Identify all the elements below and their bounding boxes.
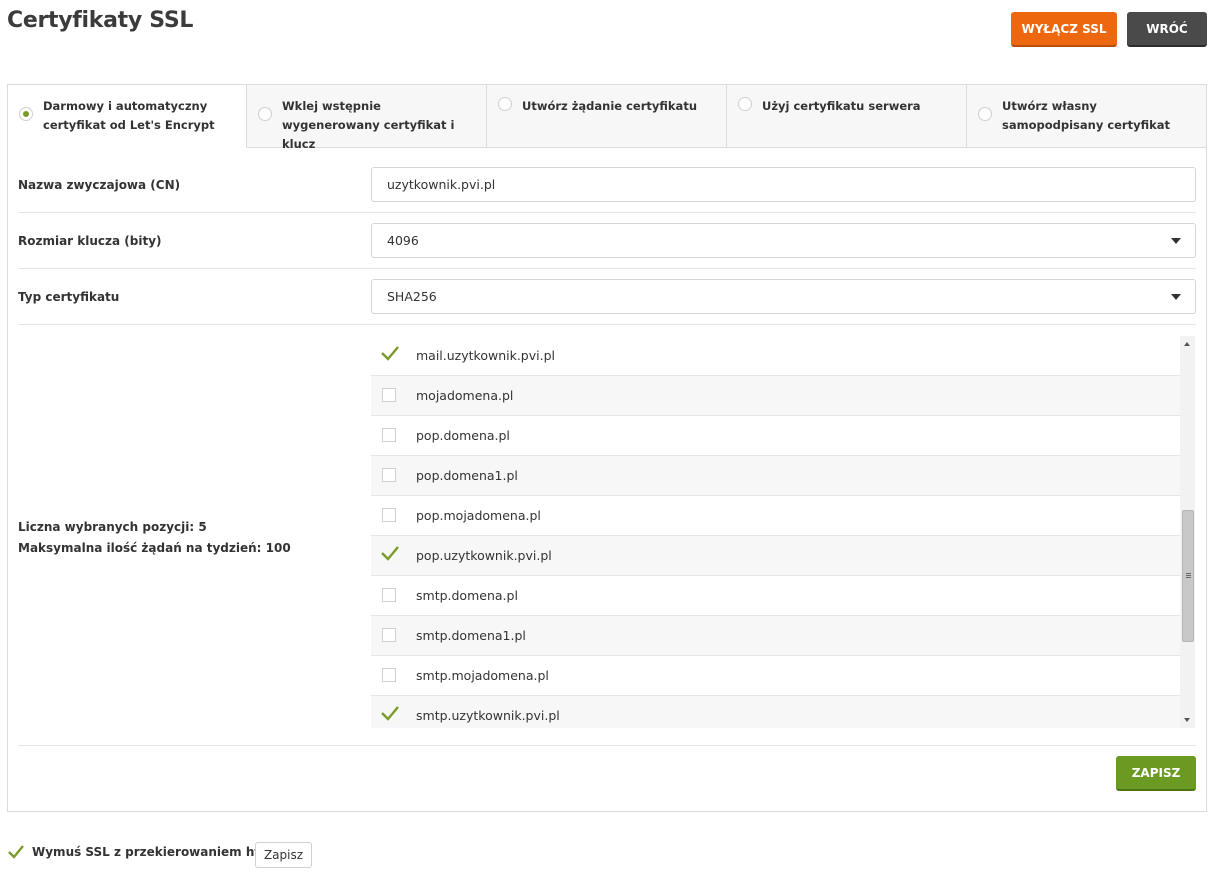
scrollbar[interactable] [1180,336,1195,728]
check-icon [381,346,399,361]
domain-list-item[interactable]: smtp.domena1.pl [371,616,1180,656]
caret-down-icon [1171,238,1181,244]
scrollbar-thumb[interactable] [1182,510,1194,642]
cn-value: uzytkownik.pvi.pl [387,177,496,192]
domain-name: mail.uzytkownik.pvi.pl [416,348,555,363]
tab-server-certificate[interactable]: Użyj certyfikatu serwera [727,85,967,148]
back-button[interactable]: WRÓĆ [1127,12,1207,47]
domain-list-item[interactable]: mojadomena.pl [371,376,1180,416]
domain-checkbox[interactable] [382,388,396,402]
tab-label: Darmowy i automatyczny certyfikat od Let… [43,99,215,132]
cert-type-select[interactable]: SHA256 [371,279,1196,314]
key-size-select[interactable]: 4096 [371,223,1196,258]
domain-checkbox[interactable] [382,588,396,602]
domain-list-item[interactable]: pop.domena1.pl [371,456,1180,496]
force-ssl-option: Wymuś SSL z przekierowaniem https [7,843,282,861]
domain-list-item[interactable]: pop.uzytkownik.pvi.pl [371,536,1180,576]
caret-down-icon [1171,294,1181,300]
domain-list-item[interactable]: pop.mojadomena.pl [371,496,1180,536]
radio-icon [19,107,33,121]
key-size-label: Rozmiar klucza (bity) [18,234,162,248]
max-requests: Maksymalna ilość żądań na tydzień: 100 [18,541,291,555]
domain-name: smtp.uzytkownik.pvi.pl [416,708,560,723]
divider [18,745,1196,746]
domain-name: pop.mojadomena.pl [416,508,541,523]
save-button[interactable]: ZAPISZ [1116,756,1196,791]
force-ssl-label: Wymuś SSL z przekierowaniem https [32,845,282,859]
tab-paste-certificate[interactable]: Wklej wstępnie wygenerowany certyfikat i… [247,85,487,151]
check-icon [381,546,399,561]
radio-icon [258,107,272,121]
domain-list-item[interactable]: smtp.mojadomena.pl [371,656,1180,696]
radio-icon [978,107,992,121]
cn-input[interactable]: uzytkownik.pvi.pl [371,167,1196,202]
domain-checkbox[interactable] [382,428,396,442]
ssl-settings-panel: Darmowy i automatyczny certyfikat od Let… [7,84,1207,812]
force-ssl-save-button[interactable]: Zapisz [255,842,312,868]
domain-list-item[interactable]: smtp.uzytkownik.pvi.pl [371,696,1180,728]
cert-type-label: Typ certyfikatu [18,290,120,304]
tab-lets-encrypt[interactable]: Darmowy i automatyczny certyfikat od Let… [8,85,247,148]
tab-label: Użyj certyfikatu serwera [762,99,921,113]
scroll-up-arrow-icon[interactable] [1184,342,1190,346]
tab-create-request[interactable]: Utwórz żądanie certyfikatu [487,85,727,148]
domain-checkbox[interactable] [382,508,396,522]
domain-checkbox[interactable] [382,668,396,682]
selected-count: Liczna wybranych pozycji: 5 [18,520,207,534]
page-title: Certyfikaty SSL [7,8,194,33]
domain-name: smtp.domena.pl [416,588,518,603]
disable-ssl-button[interactable]: WYŁĄCZ SSL [1011,12,1117,47]
force-ssl-checkbox[interactable] [7,843,25,861]
domain-name: smtp.mojadomena.pl [416,668,549,683]
domain-name: pop.uzytkownik.pvi.pl [416,548,552,563]
check-icon [381,706,399,721]
domain-list-item[interactable]: smtp.domena.pl [371,576,1180,616]
domain-list-item[interactable]: pop.domena.pl [371,416,1180,456]
radio-icon [738,97,752,111]
cert-type-row: Typ certyfikatu SHA256 [18,269,1196,325]
tab-label: Utwórz żądanie certyfikatu [522,99,698,113]
cert-type-value: SHA256 [387,289,437,304]
domain-checkbox[interactable] [382,468,396,482]
domain-name: pop.domena1.pl [416,468,518,483]
domain-checkbox[interactable] [382,628,396,642]
tab-self-signed[interactable]: Utwórz własny samopodpisany certyfikat [967,85,1206,148]
scroll-down-arrow-icon[interactable] [1184,718,1190,722]
tab-label: Utwórz własny samopodpisany certyfikat [1002,99,1171,132]
key-size-value: 4096 [387,233,419,248]
cn-label: Nazwa zwyczajowa (CN) [18,178,181,192]
grip-icon [1186,573,1191,574]
cn-row: Nazwa zwyczajowa (CN) uzytkownik.pvi.pl [18,157,1196,213]
tab-label: Wklej wstępnie wygenerowany certyfikat i… [282,99,455,151]
key-size-row: Rozmiar klucza (bity) 4096 [18,213,1196,269]
domain-name: smtp.domena1.pl [416,628,526,643]
certificate-type-tabs: Darmowy i automatyczny certyfikat od Let… [8,85,1206,151]
selection-summary: Liczna wybranych pozycji: 5 Maksymalna i… [18,517,291,559]
domain-list[interactable]: mail.uzytkownik.pvi.pl mojadomena.pl pop.d… [371,336,1195,728]
domain-list-item[interactable]: mail.uzytkownik.pvi.pl [371,336,1180,376]
domain-name: mojadomena.pl [416,388,514,403]
domain-name: pop.domena.pl [416,428,510,443]
check-icon [8,845,24,859]
radio-icon [498,97,512,111]
